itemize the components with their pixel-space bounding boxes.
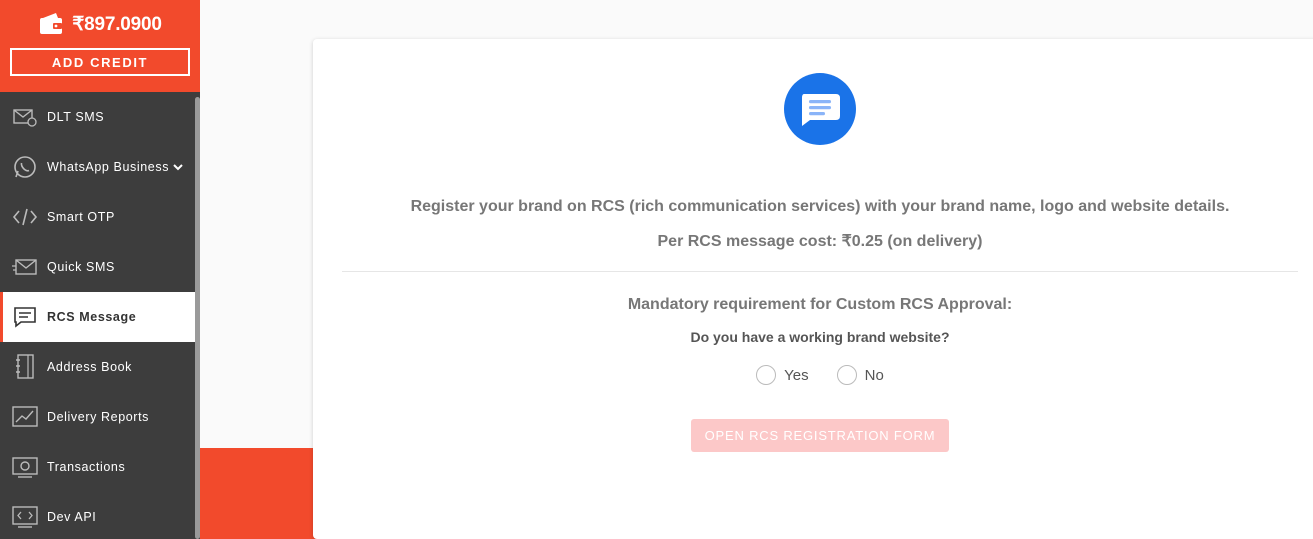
whatsapp-icon xyxy=(12,154,38,180)
wallet-panel: ₹897.0900 ADD CREDIT xyxy=(0,0,200,92)
radio-no[interactable]: No xyxy=(836,365,884,385)
code-icon xyxy=(12,204,38,230)
mail-settings-icon xyxy=(12,104,38,130)
balance-amount: ₹897.0900 xyxy=(72,13,162,35)
sidebar-item-dlt-sms[interactable]: DLT SMS xyxy=(0,92,200,142)
envelope-fast-icon xyxy=(12,254,38,280)
sidebar-item-label: Smart OTP xyxy=(47,210,115,224)
sidebar-item-transactions[interactable]: Transactions xyxy=(0,442,200,492)
chart-icon xyxy=(12,404,38,430)
sidebar-item-smart-otp[interactable]: Smart OTP xyxy=(0,192,200,242)
rcs-registration-card: Register your brand on RCS (rich communi… xyxy=(313,39,1313,539)
sidebar-item-address-book[interactable]: Address Book xyxy=(0,342,200,392)
sidebar-item-label: Quick SMS xyxy=(47,260,115,274)
sidebar-item-label: WhatsApp Business xyxy=(47,160,170,174)
sidebar-item-label: Dev API xyxy=(47,510,97,524)
radio-yes[interactable]: Yes xyxy=(756,365,809,385)
sidebar-scrollbar[interactable] xyxy=(195,97,200,539)
rcs-logo-icon xyxy=(784,73,856,145)
transactions-icon xyxy=(12,454,38,480)
sidebar-item-dev-api[interactable]: Dev API xyxy=(0,492,200,539)
open-rcs-registration-form-button[interactable]: OPEN RCS REGISTRATION FORM xyxy=(691,419,949,452)
dev-api-icon xyxy=(12,504,38,530)
rcs-cost-text: Per RCS message cost: ₹0.25 (on delivery… xyxy=(657,233,983,250)
radio-no-circle[interactable] xyxy=(836,365,857,385)
divider xyxy=(342,271,1298,272)
sidebar-nav: DLT SMS WhatsApp Business Smart OTP Quic… xyxy=(0,92,200,539)
chevron-down-icon[interactable] xyxy=(172,161,184,173)
wallet-balance: ₹897.0900 xyxy=(38,10,162,38)
sidebar-item-whatsapp-business[interactable]: WhatsApp Business xyxy=(0,142,200,192)
sidebar-item-label: Delivery Reports xyxy=(47,410,149,424)
website-question: Do you have a working brand website? xyxy=(690,329,950,345)
requirement-title: Mandatory requirement for Custom RCS App… xyxy=(627,296,1013,313)
chat-message-icon xyxy=(12,304,38,330)
radio-yes-circle[interactable] xyxy=(756,365,777,385)
sidebar-item-label: RCS Message xyxy=(47,310,137,324)
radio-yes-label: Yes xyxy=(784,366,809,384)
sidebar: ₹897.0900 ADD CREDIT DLT SMS WhatsApp Bu… xyxy=(0,0,200,539)
wallet-icon xyxy=(40,13,63,34)
sidebar-item-label: Transactions xyxy=(47,460,126,474)
sidebar-item-quick-sms[interactable]: Quick SMS xyxy=(0,242,200,292)
sidebar-item-delivery-reports[interactable]: Delivery Reports xyxy=(0,392,200,442)
address-book-icon xyxy=(12,354,38,380)
website-radio-group: Yes No xyxy=(756,365,884,385)
add-credit-button[interactable]: ADD CREDIT xyxy=(10,48,190,76)
radio-no-label: No xyxy=(864,366,884,384)
sidebar-item-label: DLT SMS xyxy=(47,110,105,124)
rcs-description: Register your brand on RCS (rich communi… xyxy=(410,198,1230,215)
sidebar-item-rcs-message[interactable]: RCS Message xyxy=(0,292,200,342)
sidebar-item-label: Address Book xyxy=(47,360,133,374)
